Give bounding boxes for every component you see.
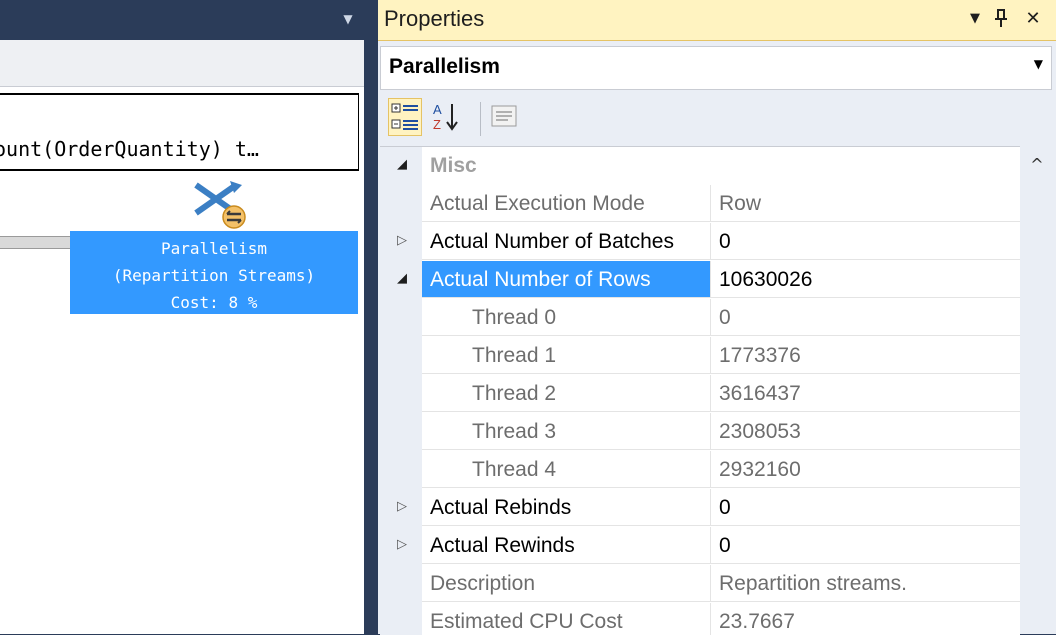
object-selector[interactable]: Parallelism ▼ <box>380 46 1052 90</box>
window-menu-dropdown-icon[interactable]: ▼ <box>964 8 986 30</box>
property-row[interactable]: Thread 3 2308053 <box>380 413 1020 451</box>
property-row[interactable]: Thread 0 0 <box>380 299 1020 337</box>
selected-object-name: Parallelism <box>389 55 500 78</box>
property-row-selected[interactable]: ◢ Actual Number of Rows 10630026 <box>380 261 1020 299</box>
pin-icon[interactable] <box>990 8 1012 30</box>
expand-icon[interactable]: ▷ <box>394 499 410 517</box>
expand-icon[interactable]: ▷ <box>394 233 410 251</box>
property-name: Thread 1 <box>422 337 710 374</box>
category-row-misc[interactable]: ◢ Misc <box>380 147 1020 185</box>
collapse-icon[interactable]: ◢ <box>394 271 410 289</box>
parallelism-operator-icon[interactable] <box>190 179 250 231</box>
scroll-up-icon[interactable]: ^ <box>1020 146 1054 184</box>
properties-window: Properties ▼ ✕ Parallelism ▼ A Z ◢ Misc … <box>378 0 1056 635</box>
property-name: Description <box>422 565 710 602</box>
property-name: Thread 4 <box>422 451 710 488</box>
property-value: 10630026 <box>710 261 1020 298</box>
scroll-thumb[interactable] <box>1020 186 1054 634</box>
svg-text:Z: Z <box>433 117 441 132</box>
property-name: Actual Number of Rows <box>422 261 710 298</box>
properties-toolbar: A Z <box>380 92 1052 146</box>
property-row[interactable]: ▷ Actual Rewinds 0 <box>380 527 1020 565</box>
operator-cost: Cost: 8 % <box>170 293 258 312</box>
property-grid: ◢ Misc Actual Execution Mode Row ▷ Actua… <box>380 146 1020 635</box>
property-value: 23.7667 <box>710 603 1020 635</box>
property-row[interactable]: Thread 1 1773376 <box>380 337 1020 375</box>
property-row[interactable]: Description Repartition streams. <box>380 565 1020 603</box>
property-name: Actual Rewinds <box>422 527 710 564</box>
property-value: Row <box>710 185 1020 222</box>
property-name: Thread 3 <box>422 413 710 450</box>
property-row[interactable]: Thread 4 2932160 <box>380 451 1020 489</box>
property-name: Actual Rebinds <box>422 489 710 526</box>
vertical-scrollbar[interactable]: ^ <box>1020 146 1054 634</box>
property-pages-icon[interactable] <box>488 98 522 136</box>
property-row[interactable]: Thread 2 3616437 <box>380 375 1020 413</box>
property-value: 2932160 <box>710 451 1020 488</box>
property-row[interactable]: ▷ Actual Rebinds 0 <box>380 489 1020 527</box>
close-icon[interactable]: ✕ <box>1022 8 1044 30</box>
parallelism-operator-node[interactable]: Parallelism (Repartition Streams) Cost: … <box>70 231 358 314</box>
plan-toolbar <box>0 40 364 87</box>
property-name: Thread 0 <box>422 299 710 336</box>
dropdown-arrow-icon[interactable]: ▼ <box>338 12 358 28</box>
property-name: Thread 2 <box>422 375 710 412</box>
property-name: Actual Execution Mode <box>422 185 710 222</box>
operator-detail: (Repartition Streams) <box>112 266 316 285</box>
property-value: 2308053 <box>710 413 1020 450</box>
plan-connector-arrow <box>0 236 73 249</box>
properties-title-bar: Properties ▼ ✕ <box>378 0 1056 41</box>
property-row[interactable]: Actual Execution Mode Row <box>380 185 1020 223</box>
property-value: Repartition streams. <box>710 565 1020 602</box>
query-header: ount(OrderQuantity) t… <box>0 93 359 171</box>
chevron-down-icon[interactable]: ▼ <box>1034 57 1043 71</box>
property-value: 0 <box>710 299 1020 336</box>
property-row[interactable]: ▷ Actual Number of Batches 0 <box>380 223 1020 261</box>
property-value: 0 <box>710 489 1020 526</box>
svg-text:A: A <box>433 102 442 117</box>
property-value: 3616437 <box>710 375 1020 412</box>
execution-plan-pane: ▼ ount(OrderQuantity) t… Parallelism (Re… <box>0 0 364 634</box>
property-value: 1773376 <box>710 337 1020 374</box>
window-title: Properties <box>384 6 485 31</box>
query-text: ount(OrderQuantity) t… <box>0 137 259 161</box>
plan-document: ount(OrderQuantity) t… Parallelism (Repa… <box>0 40 364 634</box>
property-value: 0 <box>710 223 1020 260</box>
property-name: Actual Number of Batches <box>422 223 710 260</box>
expand-icon[interactable]: ▷ <box>394 537 410 555</box>
categorized-icon[interactable] <box>388 98 422 136</box>
property-value: 0 <box>710 527 1020 564</box>
property-name: Estimated CPU Cost <box>422 603 710 635</box>
pane-splitter[interactable] <box>364 0 378 634</box>
collapse-icon[interactable]: ◢ <box>394 157 410 175</box>
toolbar-separator <box>480 102 481 136</box>
operator-name: Parallelism <box>161 239 267 258</box>
category-label: Misc <box>430 154 477 177</box>
property-row[interactable]: Estimated CPU Cost 23.7667 <box>380 603 1020 635</box>
alphabetical-icon[interactable]: A Z <box>430 98 464 136</box>
